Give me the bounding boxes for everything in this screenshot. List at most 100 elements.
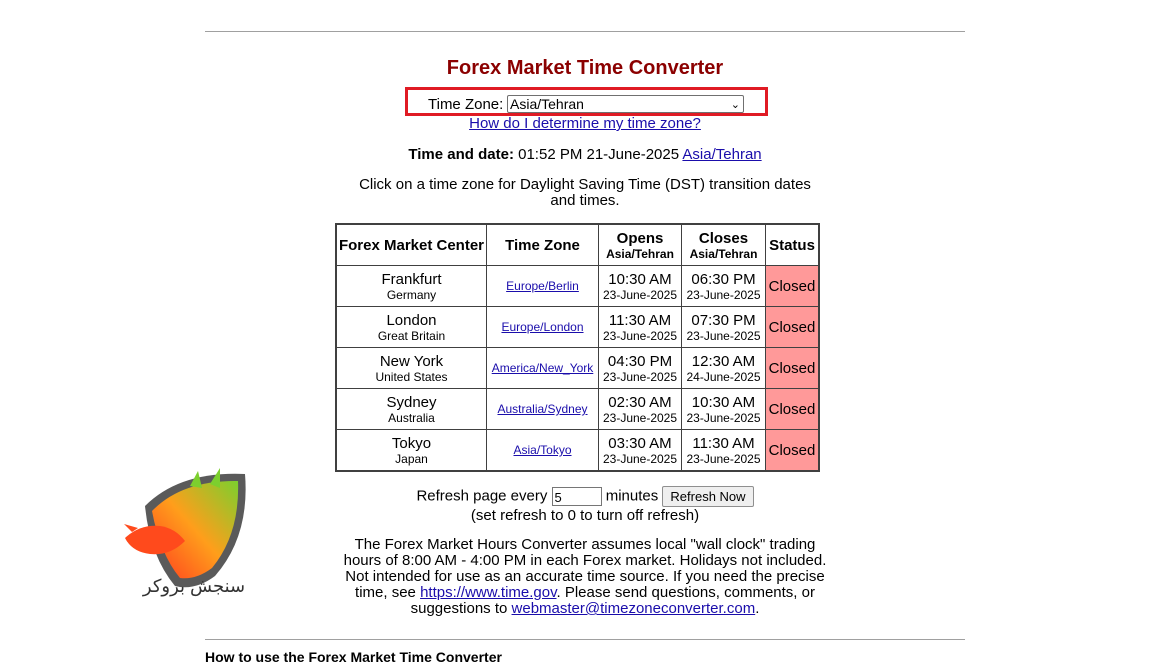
header-time-zone: Time Zone <box>486 223 599 266</box>
close-time: 11:30 AM <box>692 434 755 452</box>
zone-cell: America/New_York <box>486 347 599 389</box>
current-time-date: Time and date: 01:52 PM 21-June-2025 Asi… <box>205 146 965 163</box>
zone-cell: Europe/London <box>486 306 599 348</box>
closes-cell: 06:30 PM 23-June-2025 <box>681 265 766 307</box>
close-time: 06:30 PM <box>691 270 756 288</box>
timezone-help-link[interactable]: How do I determine my time zone? <box>205 115 965 132</box>
close-date: 23-June-2025 <box>686 410 761 425</box>
table-row: Frankfurt Germany Europe/Berlin 10:30 AM… <box>335 265 820 307</box>
open-date: 23-June-2025 <box>602 328 678 343</box>
closes-cell: 07:30 PM 23-June-2025 <box>681 306 766 348</box>
open-time: 03:30 AM <box>608 434 672 452</box>
howto-heading: How to use the Forex Market Time Convert… <box>205 649 502 665</box>
header-closes: Closes Asia/Tehran <box>681 223 766 266</box>
zone-cell: Asia/Tokyo <box>486 429 599 472</box>
zone-link[interactable]: Europe/Berlin <box>506 279 579 293</box>
table-row: Sydney Australia Australia/Sydney 02:30 … <box>335 388 820 430</box>
close-date: 23-June-2025 <box>686 328 761 343</box>
status-badge: Closed <box>765 347 820 389</box>
market-center-cell: London Great Britain <box>335 306 487 348</box>
market-center-cell: Tokyo Japan <box>335 429 487 472</box>
closes-cell: 12:30 AM 24-June-2025 <box>681 347 766 389</box>
time-date-label: Time and date: <box>408 146 514 163</box>
market-center-cell: Sydney Australia <box>335 388 487 430</box>
table-row: Tokyo Japan Asia/Tokyo 03:30 AM 23-June-… <box>335 429 820 472</box>
closes-cell: 11:30 AM 23-June-2025 <box>681 429 766 472</box>
timezone-label: Time Zone: <box>428 96 504 113</box>
open-time: 04:30 PM <box>607 352 673 370</box>
open-time: 11:30 AM <box>608 311 672 329</box>
refresh-unit-label: minutes <box>605 487 659 505</box>
header-closes-label: Closes <box>698 229 749 247</box>
table-row: London Great Britain Europe/London 11:30… <box>335 306 820 348</box>
close-time: 10:30 AM <box>691 393 756 411</box>
table-row: New York United States America/New_York … <box>335 347 820 389</box>
closes-cell: 10:30 AM 23-June-2025 <box>681 388 766 430</box>
refresh-note: (set refresh to 0 to turn off refresh) <box>470 507 700 524</box>
market-center-cell: New York United States <box>335 347 487 389</box>
opens-cell: 03:30 AM 23-June-2025 <box>598 429 682 472</box>
close-date: 23-June-2025 <box>686 287 761 302</box>
open-date: 23-June-2025 <box>602 287 678 302</box>
refresh-controls: Refresh page every 5 minutes Refresh Now <box>205 486 965 507</box>
top-divider <box>205 31 965 32</box>
zone-link[interactable]: Europe/London <box>501 320 583 334</box>
open-time: 02:30 AM <box>608 393 672 411</box>
open-date: 23-June-2025 <box>602 410 678 425</box>
country-name: Japan <box>395 451 428 466</box>
city-name: Tokyo <box>391 434 432 452</box>
dst-note: Click on a time zone for Daylight Saving… <box>359 176 811 209</box>
page: Forex Market Time Converter Time Zone: A… <box>0 0 1174 671</box>
market-hours-table: Forex Market Center Time Zone Opens Asia… <box>335 223 820 472</box>
open-time: 10:30 AM <box>608 270 672 288</box>
refresh-label: Refresh page every <box>416 487 548 505</box>
header-status: Status <box>765 223 820 266</box>
city-name: Sydney <box>386 393 437 411</box>
time-date-value: 01:52 PM 21-June-2025 <box>518 146 680 163</box>
timezone-select[interactable]: Asia/Tehran ⌄ <box>507 95 744 113</box>
country-name: Great Britain <box>377 328 446 343</box>
opens-cell: 11:30 AM 23-June-2025 <box>598 306 682 348</box>
city-name: New York <box>379 352 444 370</box>
timezone-highlight-box: Time Zone: Asia/Tehran ⌄ <box>405 87 768 116</box>
timezone-selected-value: Asia/Tehran <box>510 96 584 112</box>
zone-link[interactable]: Australia/Sydney <box>497 402 587 416</box>
refresh-now-button[interactable]: Refresh Now <box>662 486 754 507</box>
disclaimer-text-3: . <box>755 600 760 617</box>
city-name: London <box>386 311 437 329</box>
close-date: 24-June-2025 <box>686 369 761 384</box>
disclaimer: The Forex Market Hours Converter assumes… <box>335 537 835 617</box>
open-date: 23-June-2025 <box>602 451 678 466</box>
city-name: Frankfurt <box>381 270 442 288</box>
market-center-cell: Frankfurt Germany <box>335 265 487 307</box>
status-badge: Closed <box>765 388 820 430</box>
status-badge: Closed <box>765 265 820 307</box>
header-market-center: Forex Market Center <box>335 223 487 266</box>
zone-link[interactable]: Asia/Tokyo <box>513 443 571 457</box>
watermark-text: سنجش بروکر <box>142 576 246 596</box>
country-name: Germany <box>386 287 437 302</box>
zone-link[interactable]: America/New_York <box>492 361 594 375</box>
refresh-interval-input[interactable]: 5 <box>551 487 602 506</box>
country-name: United States <box>375 369 448 384</box>
status-badge: Closed <box>765 429 820 472</box>
current-zone-link[interactable]: Asia/Tehran <box>682 146 761 163</box>
zone-cell: Europe/Berlin <box>486 265 599 307</box>
chevron-down-icon: ⌄ <box>730 99 740 111</box>
country-name: Australia <box>388 410 435 425</box>
webmaster-email-link[interactable]: webmaster@timezoneconverter.com <box>512 600 756 617</box>
header-closes-zone: Asia/Tehran <box>689 246 758 261</box>
close-date: 23-June-2025 <box>686 451 761 466</box>
bottom-divider <box>205 639 965 640</box>
opens-cell: 02:30 AM 23-June-2025 <box>598 388 682 430</box>
close-time: 12:30 AM <box>691 352 756 370</box>
close-time: 07:30 PM <box>691 311 756 329</box>
header-opens-label: Opens <box>616 229 664 247</box>
opens-cell: 10:30 AM 23-June-2025 <box>598 265 682 307</box>
header-opens: Opens Asia/Tehran <box>598 223 682 266</box>
open-date: 23-June-2025 <box>602 369 678 384</box>
time-gov-link[interactable]: https://www.time.gov <box>420 584 556 601</box>
status-badge: Closed <box>765 306 820 348</box>
opens-cell: 04:30 PM 23-June-2025 <box>598 347 682 389</box>
page-title: Forex Market Time Converter <box>446 57 724 79</box>
